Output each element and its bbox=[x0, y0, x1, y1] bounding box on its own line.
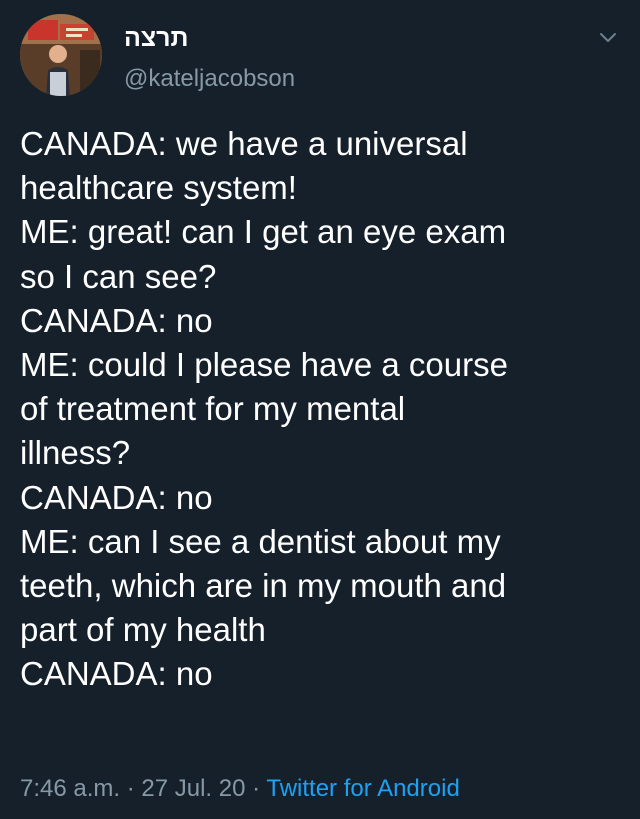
tweet-text-line: part of my health bbox=[20, 611, 266, 649]
tweet-text: CANADA: we have a universal healthcare s… bbox=[20, 122, 624, 697]
avatar[interactable] bbox=[20, 14, 102, 96]
tweet-text-line: of treatment for my mental bbox=[20, 390, 406, 428]
tweet: תרצה @kateljacobson CANADA: we have a un… bbox=[0, 0, 640, 819]
tweet-text-line: teeth, which are in my mouth and bbox=[20, 567, 507, 605]
tweet-text-line: CANADA: no bbox=[20, 301, 213, 339]
username[interactable]: @kateljacobson bbox=[124, 64, 295, 94]
avatar-photo-icon bbox=[20, 14, 102, 96]
tweet-meta: 7:46 a.m. · 27 Jul. 20 · Twitter for And… bbox=[20, 774, 460, 804]
tweet-text-line: CANADA: we have a universal bbox=[20, 125, 468, 162]
chevron-down-icon[interactable] bbox=[596, 26, 620, 50]
display-name[interactable]: תרצה bbox=[124, 22, 188, 54]
source-link[interactable]: Twitter for Android bbox=[266, 775, 459, 802]
tweet-text-line: so I can see? bbox=[20, 257, 217, 295]
tweet-text-line: ME: can I see a dentist about my bbox=[20, 522, 501, 560]
meta-separator: · bbox=[245, 775, 267, 802]
tweet-text-line: ME: great! can I get an eye exam bbox=[20, 213, 507, 251]
tweet-header: תרצה @kateljacobson bbox=[20, 14, 620, 104]
tweet-text-line: ME: could I please have a course bbox=[20, 346, 508, 384]
tweet-text-line: CANADA: no bbox=[20, 478, 213, 516]
tweet-text-line: healthcare system! bbox=[20, 169, 297, 207]
tweet-text-line: CANADA: no bbox=[20, 655, 213, 693]
tweet-text-line: illness? bbox=[20, 434, 131, 472]
timestamp[interactable]: 7:46 a.m. · 27 Jul. 20 bbox=[20, 775, 245, 802]
